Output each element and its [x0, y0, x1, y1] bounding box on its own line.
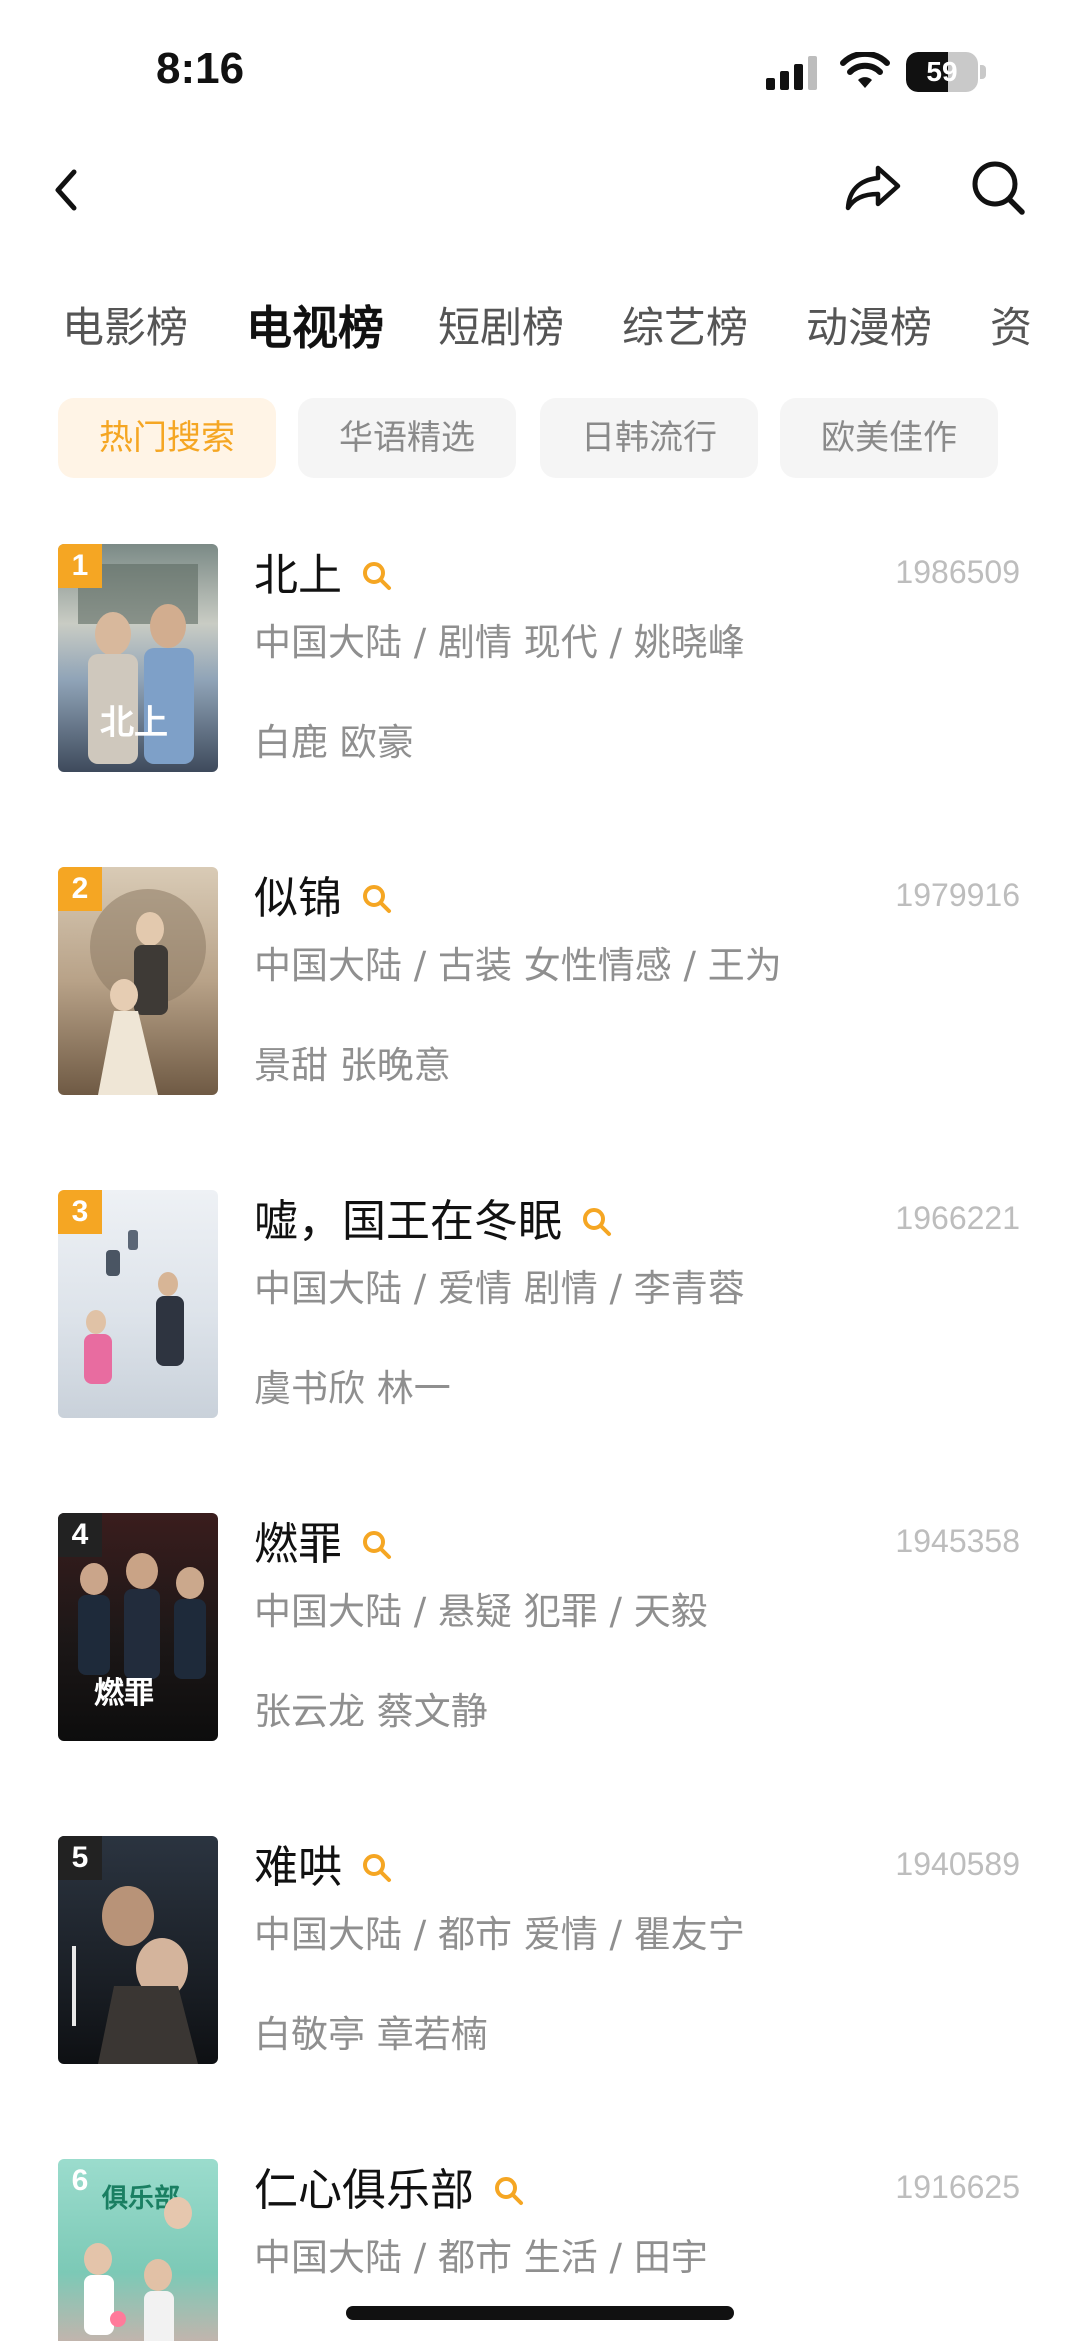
category-tabs: 电影榜 电视榜 短剧榜 综艺榜 动漫榜 资: [0, 290, 1080, 370]
tab-anime[interactable]: 动漫榜: [806, 290, 932, 366]
item-title: 北上: [254, 550, 342, 601]
score: 1966221: [895, 1200, 1020, 1236]
poster-image[interactable]: 5: [58, 1836, 218, 2064]
chip-western[interactable]: 欧美佳作: [780, 398, 998, 478]
filter-chips: 热门搜索 华语精选 日韩流行 欧美佳作: [0, 398, 1080, 480]
score: 1986509: [895, 554, 1020, 590]
search-icon[interactable]: [360, 1851, 394, 1885]
score: 1979916: [895, 877, 1020, 913]
search-icon[interactable]: [492, 2174, 526, 2208]
search-icon[interactable]: [360, 559, 394, 593]
item-title: 燃罪: [254, 1519, 342, 1570]
rank-badge: 5: [58, 1836, 102, 1880]
score: 1945358: [895, 1523, 1020, 1559]
svg-text:燃罪: 燃罪: [94, 1676, 154, 1711]
rank-badge: 3: [58, 1190, 102, 1234]
share-icon[interactable]: [840, 152, 906, 222]
list-item[interactable]: 5 难哄 1940589 中国大陆 / 都市 爱情 / 瞿友宁 白敬亭 章若楠: [0, 1832, 1080, 2072]
item-meta: 中国大陆 / 都市 生活 / 田宇: [254, 2236, 708, 2279]
battery-icon: 59: [906, 52, 986, 92]
item-meta: 中国大陆 / 剧情 现代 / 姚晓峰: [254, 621, 745, 664]
status-time: 8:16: [156, 44, 245, 93]
tab-short-drama[interactable]: 短剧榜: [438, 290, 564, 366]
wifi-icon: [840, 52, 890, 88]
item-title: 难哄: [254, 1842, 342, 1893]
cellular-signal-icon: [766, 56, 817, 90]
item-meta: 中国大陆 / 爱情 剧情 / 李青蓉: [254, 1267, 745, 1310]
battery-level: 59: [926, 56, 958, 87]
title-row: 难哄: [254, 1838, 394, 1898]
search-icon[interactable]: [360, 1528, 394, 1562]
item-meta: 中国大陆 / 都市 爱情 / 瞿友宁: [254, 1913, 745, 1956]
poster-image[interactable]: 2: [58, 867, 218, 1095]
list-item[interactable]: 北上 1 北上 1986509 中国大陆 / 剧情 现代 / 姚晓峰 白鹿 欧豪: [0, 540, 1080, 780]
item-title: 仁心俱乐部: [254, 2165, 474, 2216]
tab-tv[interactable]: 电视榜: [246, 290, 384, 366]
title-row: 北上: [254, 546, 394, 606]
list-item[interactable]: 燃罪 4 燃罪 1945358 中国大陆 / 悬疑 犯罪 / 天毅 张云龙 蔡文…: [0, 1509, 1080, 1749]
status-bar: 8:16 59: [0, 0, 1080, 140]
search-icon[interactable]: [580, 1205, 614, 1239]
title-row: 仁心俱乐部: [254, 2161, 526, 2221]
search-icon[interactable]: [968, 152, 1030, 222]
item-cast: 白鹿 欧豪: [254, 721, 414, 764]
chip-chinese[interactable]: 华语精选: [298, 398, 516, 478]
search-icon[interactable]: [360, 882, 394, 916]
item-cast: 虞书欣 林一: [254, 1367, 451, 1410]
list-item[interactable]: 2 似锦 1979916 中国大陆 / 古装 女性情感 / 王为 景甜 张晚意: [0, 863, 1080, 1103]
poster-image[interactable]: 北上 1: [58, 544, 218, 772]
nav-bar: [0, 140, 1080, 270]
item-title: 嘘，国王在冬眠: [254, 1196, 562, 1247]
rank-badge: 2: [58, 867, 102, 911]
rank-badge: 1: [58, 544, 102, 588]
chip-japan-korea[interactable]: 日韩流行: [540, 398, 758, 478]
poster-image[interactable]: 俱乐部 6: [58, 2159, 218, 2341]
tab-movie[interactable]: 电影榜: [62, 290, 188, 366]
title-row: 似锦: [254, 869, 394, 929]
title-row: 嘘，国王在冬眠: [254, 1192, 614, 1252]
rank-badge: 4: [58, 1513, 102, 1557]
score: 1940589: [895, 1846, 1020, 1882]
tab-more[interactable]: 资: [990, 290, 1032, 366]
score: 1916625: [895, 2169, 1020, 2205]
list-item[interactable]: 3 嘘，国王在冬眠 1966221 中国大陆 / 爱情 剧情 / 李青蓉 虞书欣…: [0, 1186, 1080, 1426]
item-meta: 中国大陆 / 古装 女性情感 / 王为: [254, 944, 782, 987]
item-meta: 中国大陆 / 悬疑 犯罪 / 天毅: [254, 1590, 708, 1633]
item-cast: 白敬亭 章若楠: [254, 2013, 488, 2056]
item-title: 似锦: [254, 873, 342, 924]
title-row: 燃罪: [254, 1515, 394, 1575]
item-cast: 景甜 张晚意: [254, 1044, 451, 1087]
rank-badge: 6: [71, 2164, 89, 2197]
chip-hot-search[interactable]: 热门搜索: [58, 398, 276, 478]
tab-variety[interactable]: 综艺榜: [622, 290, 748, 366]
home-indicator[interactable]: [346, 2306, 734, 2320]
poster-image[interactable]: 燃罪 4: [58, 1513, 218, 1741]
item-cast: 张云龙 蔡文静: [254, 1690, 488, 1733]
poster-image[interactable]: 3: [58, 1190, 218, 1418]
svg-text:北上: 北上: [100, 703, 168, 743]
back-icon[interactable]: [44, 150, 88, 230]
